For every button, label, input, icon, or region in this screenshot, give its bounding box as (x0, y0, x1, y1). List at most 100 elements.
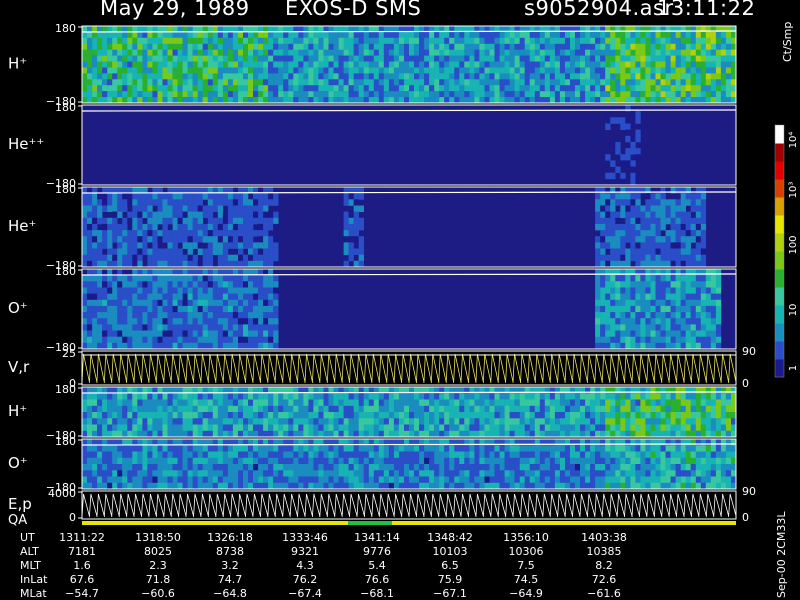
heatmap-cell (162, 412, 168, 419)
heatmap-cell (605, 342, 611, 350)
heatmap-cell (142, 312, 148, 319)
heatmap-cell (268, 55, 274, 62)
heatmap-cell (449, 97, 455, 104)
heatmap-cell (298, 445, 304, 452)
heatmap-cell (630, 49, 636, 56)
heatmap-cell (243, 330, 249, 337)
heatmap-cell (665, 318, 671, 325)
heatmap-cell (207, 236, 214, 243)
heatmap-cell (368, 37, 375, 44)
heatmap-cell (152, 393, 158, 400)
heatmap-cell (570, 67, 576, 74)
heatmap-cell (429, 67, 435, 74)
heatmap-cell (182, 211, 188, 219)
heatmap-cell (102, 97, 108, 104)
heatmap-cell (323, 399, 329, 406)
heatmap-cell (227, 37, 234, 44)
heatmap-cell (600, 49, 606, 56)
heatmap-cell (97, 287, 103, 294)
heatmap-cell (419, 73, 425, 80)
heatmap-cell (404, 73, 410, 80)
heatmap-cell (117, 330, 123, 337)
heatmap-cell (645, 399, 651, 406)
heatmap-cell (137, 275, 143, 282)
heatmap-cell (92, 312, 98, 319)
heatmap-cell (192, 67, 198, 74)
heatmap-cell (258, 236, 264, 243)
heatmap-cell (595, 223, 601, 231)
heatmap-cell (157, 451, 163, 458)
heatmap-cell (333, 457, 339, 465)
heatmap-cell (102, 393, 108, 400)
heatmap-cell (217, 287, 224, 294)
heatmap-cell (373, 457, 380, 465)
heatmap-cell (353, 55, 359, 62)
heatmap-cell (167, 412, 173, 419)
heatmap-cell (187, 457, 193, 465)
heatmap-cell (142, 342, 148, 350)
heatmap-cell (192, 399, 198, 406)
heatmap-cell (288, 97, 294, 104)
heatmap-cell (187, 318, 193, 325)
heatmap-cell (700, 55, 707, 62)
heatmap-cell (227, 405, 234, 413)
heatmap-cell (192, 305, 198, 313)
heatmap-cell (107, 318, 113, 325)
heatmap-cell (615, 61, 621, 68)
heatmap-cell (248, 405, 254, 413)
heatmap-cell (298, 393, 304, 400)
heatmap-cell (112, 31, 118, 39)
heatmap-cell (87, 412, 93, 419)
heatmap-cell (137, 412, 143, 419)
heatmap-cell (539, 73, 546, 80)
heatmap-cell (87, 330, 93, 337)
heatmap-cell (343, 49, 349, 56)
heatmap-cell (373, 482, 380, 490)
heatmap-cell (665, 67, 671, 74)
heatmap-cell (253, 287, 259, 294)
heatmap-cell (92, 476, 98, 483)
heatmap-cell (635, 91, 641, 98)
heatmap-cell (313, 61, 319, 68)
heatmap-cell (273, 217, 279, 225)
heatmap-cell (157, 482, 163, 490)
heatmap-cell (308, 91, 314, 98)
heatmap-cell (258, 430, 264, 438)
heatmap-cell (147, 412, 153, 419)
heatmap-cell (222, 457, 229, 465)
heatmap-cell (182, 230, 188, 237)
heatmap-cell (685, 31, 691, 39)
heatmap-cell (675, 61, 681, 68)
heatmap-cell (509, 31, 515, 39)
heatmap-cell (454, 61, 460, 68)
heatmap-cell (474, 399, 480, 406)
heatmap-cell (197, 476, 203, 483)
heatmap-cell (197, 305, 203, 313)
heatmap-cell (102, 254, 108, 262)
heatmap-cell (107, 26, 113, 33)
heatmap-cell (358, 91, 364, 98)
heatmap-cell (333, 49, 339, 56)
heatmap-cell (313, 430, 319, 438)
heatmap-cell (308, 67, 314, 74)
heatmap-cell (368, 393, 375, 400)
heatmap-cell (82, 67, 88, 74)
heatmap-cell (197, 299, 203, 307)
heatmap-cell (217, 318, 224, 325)
heatmap-cell (660, 412, 666, 419)
heatmap-cell (273, 91, 279, 98)
heatmap-cell (625, 37, 631, 44)
heatmap-cell (333, 476, 339, 483)
heatmap-cell (167, 281, 173, 288)
heatmap-cell (187, 211, 193, 219)
heatmap-cell (504, 31, 510, 39)
heatmap-cell (600, 223, 606, 231)
heatmap-cell (343, 476, 349, 483)
heatmap-cell (142, 85, 148, 92)
heatmap-cell (172, 223, 178, 231)
heatmap-cell (137, 342, 143, 350)
heatmap-cell (665, 217, 671, 225)
heatmap-cell (695, 49, 702, 56)
heatmap-cell (127, 312, 133, 319)
heatmap-cell (253, 260, 259, 268)
